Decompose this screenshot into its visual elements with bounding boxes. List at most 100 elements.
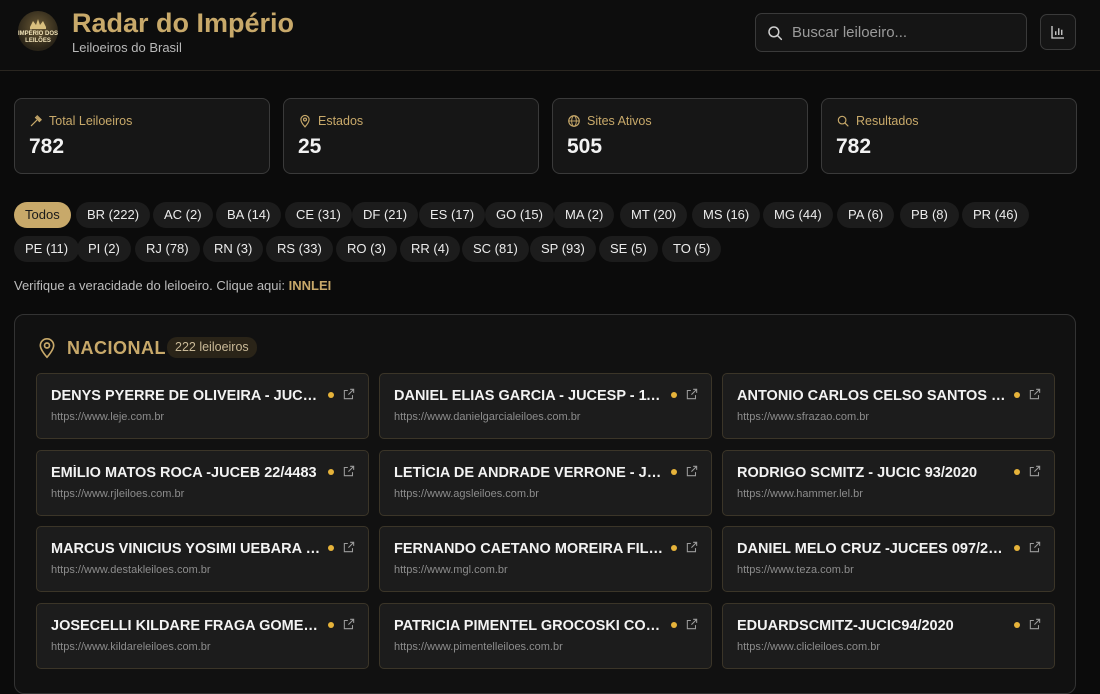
filter-chip[interactable]: MA (2) [554,202,615,228]
auctioneer-card[interactable]: EDUARDSCMITZ-JUCIC94/2020 https://www.cl… [722,603,1055,669]
filter-chip[interactable]: SP (93) [530,236,596,262]
auctioneer-card[interactable]: MARCUS VINICIUS YOSIMI UEBARA JUCESP htt… [36,526,369,592]
auctioneer-card[interactable]: DANIEL ELIAS GARCIA - JUCESP - 1146 http… [379,373,712,439]
external-link-icon[interactable] [1028,464,1042,478]
bar-chart-icon [1051,26,1064,39]
external-link-icon[interactable] [685,540,699,554]
auctioneer-card[interactable]: PATRICIA PIMENTEL GROCOSKI COSTA https:/… [379,603,712,669]
status-dot [328,392,334,398]
stat-card-states: Estados 25 [283,98,539,174]
auctioneer-name: ANTONIO CARLOS CELSO SANTOS FRAZÃO [737,388,1009,404]
filter-chip[interactable]: DF (21) [352,202,419,228]
auctioneer-card[interactable]: RODRIGO SCMITZ - JUCIC 93/2020 https://w… [722,450,1055,516]
stat-value: 782 [29,135,65,158]
auctioneer-card[interactable]: FERNANDO CAETANO MOREIRA FILO - JUCEMG h… [379,526,712,592]
status-dot [1014,469,1020,475]
stats-row: Total Leiloeiros 782 Estados 25 Sites At… [14,98,1077,174]
filter-chip[interactable]: PE (11) [14,236,80,262]
status-dot [1014,545,1020,551]
app-logo[interactable]: IMPÉRIO DOS LEILÕES [18,11,58,51]
auctioneer-name: RODRIGO SCMITZ - JUCIC 93/2020 [737,465,978,481]
filter-chip[interactable]: GO (15) [485,202,554,228]
filter-chip[interactable]: PB (8) [900,202,959,228]
stats-chart-button[interactable] [1040,14,1076,50]
filter-chip[interactable]: RN (3) [203,236,264,262]
stat-label: Estados [318,114,364,128]
auctioneer-name: DANIEL MELO CRUZ -JUCEES 097/2024 [737,541,1009,557]
external-link-icon[interactable] [1028,540,1042,554]
auctioneer-url[interactable]: https://www.rjleiloes.com.br [51,488,351,500]
external-link-icon[interactable] [1028,387,1042,401]
filter-chip[interactable]: RR (4) [400,236,461,262]
auctioneer-card[interactable]: JOSECELLI KILDARE FRAGA GOMES - JUCESP h… [36,603,369,669]
external-link-icon[interactable] [342,617,356,631]
filter-chip[interactable]: SC (81) [462,236,529,262]
stat-card-sites: Sites Ativos 505 [552,98,808,174]
auctioneer-url[interactable]: https://www.agsleiloes.com.br [394,488,694,500]
search-box[interactable] [755,13,1027,52]
filter-chip[interactable]: PR (46) [962,202,1029,228]
stat-label: Sites Ativos [587,114,652,128]
globe-icon [568,115,580,127]
filter-chip[interactable]: PA (6) [837,202,895,228]
verify-note: Verifique a veracidade do leiloeiro. Cli… [14,278,331,293]
auctioneer-card[interactable]: LETÍCIA DE ANDRADE VERRONE - JUCESP http… [379,450,712,516]
external-link-icon[interactable] [1028,617,1042,631]
filter-chip[interactable]: SE (5) [599,236,658,262]
stat-value: 505 [567,135,603,158]
filter-chip[interactable]: AC (2) [153,202,213,228]
auctioneer-url[interactable]: https://www.leje.com.br [51,411,351,423]
stat-card-total: Total Leiloeiros 782 [14,98,270,174]
auctioneer-card[interactable]: DENYS PYERRE DE OLIVEIRA - JUCEC 010/201… [36,373,369,439]
auctioneer-url[interactable]: https://www.hammer.lel.br [737,488,1037,500]
filter-chip[interactable]: PI (2) [77,236,131,262]
external-link-icon[interactable] [342,540,356,554]
filter-chip[interactable]: RJ (78) [135,236,200,262]
filter-chip[interactable]: BR (222) [76,202,151,228]
external-link-icon[interactable] [685,617,699,631]
status-dot [671,545,677,551]
filter-chip[interactable]: RS (33) [266,236,333,262]
auctioneer-url[interactable]: https://www.danielgarcialeiloes.com.br [394,411,694,423]
auctioneer-url[interactable]: https://www.pimentelleiloes.com.br [394,641,694,653]
external-link-icon[interactable] [342,464,356,478]
filter-chip[interactable]: CE (31) [285,202,352,228]
filter-chip[interactable]: MG (44) [763,202,833,228]
search-icon [768,25,783,40]
auctioneer-url[interactable]: https://www.destakleiloes.com.br [51,564,351,576]
auctioneer-card[interactable]: ANTONIO CARLOS CELSO SANTOS FRAZÃO https… [722,373,1055,439]
filter-chip[interactable]: RO (3) [336,236,397,262]
status-dot [1014,622,1020,628]
status-dot [328,545,334,551]
filter-chip[interactable]: BA (14) [216,202,282,228]
filter-chip[interactable]: MT (20) [620,202,688,228]
auctioneer-url[interactable]: https://www.mgl.com.br [394,564,694,576]
innlei-link[interactable]: INNLEI [289,278,332,293]
search-icon [837,115,849,127]
map-pin-icon [300,114,310,128]
stat-value: 25 [298,135,322,158]
status-dot [671,392,677,398]
auctioneer-card[interactable]: DANIEL MELO CRUZ -JUCEES 097/2024 https:… [722,526,1055,592]
section-title: NACIONAL [67,338,166,358]
section-nacional: NACIONAL 222 leiloeiros DENYS PYERRE DE … [14,314,1076,694]
status-dot [671,469,677,475]
filter-chip[interactable]: TO (5) [662,236,722,262]
auctioneer-url[interactable]: https://www.sfrazao.com.br [737,411,1037,423]
search-input[interactable] [792,24,1012,41]
external-link-icon[interactable] [342,387,356,401]
auctioneer-url[interactable]: https://www.teza.com.br [737,564,1037,576]
filter-chip[interactable]: MS (16) [692,202,761,228]
verify-text: Verifique a veracidade do leiloeiro. Cli… [14,278,289,293]
auctioneer-name: JOSECELLI KILDARE FRAGA GOMES - JUCESP [51,618,323,634]
filter-chip-todos[interactable]: Todos [14,202,71,228]
external-link-icon[interactable] [685,387,699,401]
filter-chip[interactable]: ES (17) [419,202,486,228]
auctioneer-card[interactable]: EMÍLIO MATOS ROCA -JUCEB 22/4483 https:/… [36,450,369,516]
status-dot [671,622,677,628]
auctioneer-name: EDUARDSCMITZ-JUCIC94/2020 [737,618,954,634]
auctioneer-url[interactable]: https://www.kildareleiloes.com.br [51,641,351,653]
stat-label: Resultados [856,114,919,128]
external-link-icon[interactable] [685,464,699,478]
auctioneer-url[interactable]: https://www.clicleiloes.com.br [737,641,1037,653]
